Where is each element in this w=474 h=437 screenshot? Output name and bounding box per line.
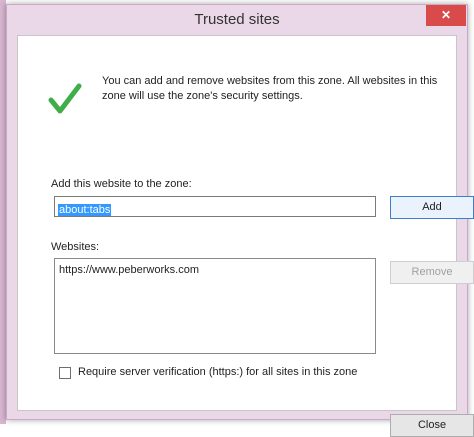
zone-description: You can add and remove websites from thi… bbox=[102, 75, 438, 102]
require-https-checkbox[interactable] bbox=[59, 367, 71, 379]
list-item[interactable]: https://www.peberworks.com bbox=[59, 264, 199, 276]
close-button[interactable]: Close bbox=[390, 414, 474, 437]
add-button[interactable]: Add bbox=[390, 196, 474, 219]
close-icon: ✕ bbox=[440, 8, 452, 22]
website-url-value: about:tabs bbox=[58, 204, 112, 216]
trusted-sites-dialog: Trusted sites ✕ You can add and remove w… bbox=[6, 4, 474, 437]
checkmark-icon bbox=[48, 83, 82, 114]
close-window-button[interactable]: ✕ bbox=[426, 5, 466, 26]
website-url-input[interactable]: about:tabs bbox=[54, 196, 376, 217]
add-website-label: Add this website to the zone: bbox=[51, 178, 192, 190]
dialog-client-area: You can add and remove websites from thi… bbox=[17, 35, 474, 437]
websites-label: Websites: bbox=[51, 241, 100, 253]
title-bar[interactable]: Trusted sites ✕ bbox=[7, 5, 467, 35]
websites-list[interactable]: https://www.peberworks.com bbox=[54, 258, 376, 354]
dialog-title: Trusted sites bbox=[194, 11, 280, 28]
remove-button[interactable]: Remove bbox=[390, 261, 474, 284]
require-https-label: Require server verification (https:) for… bbox=[78, 366, 358, 378]
